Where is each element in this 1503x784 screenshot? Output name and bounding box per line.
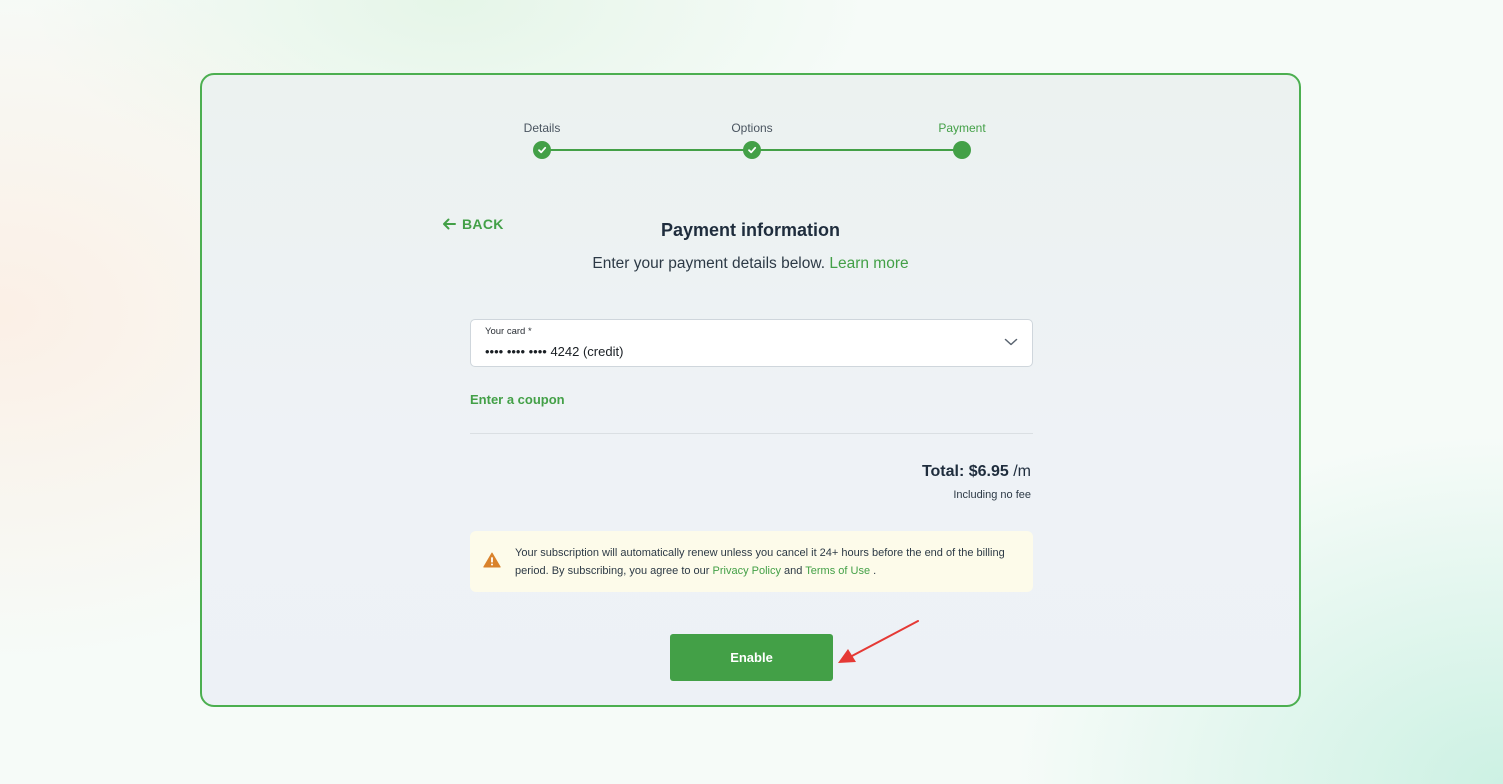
notice-and: and — [780, 565, 806, 577]
step-payment-current — [953, 141, 971, 159]
enable-button[interactable]: Enable — [670, 634, 833, 681]
card-select-value: •••• •••• •••• 4242 (credit) — [485, 344, 624, 359]
payment-card: BACK Details Options Payment Payment inf… — [200, 73, 1301, 707]
privacy-policy-link[interactable]: Privacy Policy — [713, 565, 781, 577]
enter-coupon-link[interactable]: Enter a coupon — [470, 392, 565, 407]
card-select-label: Your card * — [485, 326, 532, 337]
renewal-notice: Your subscription will automatically ren… — [470, 531, 1033, 592]
warning-icon — [483, 552, 501, 568]
step-options-complete — [743, 141, 761, 159]
check-icon — [748, 146, 757, 154]
step-label-options: Options — [731, 121, 773, 135]
page-subtitle: Enter your payment details below. Learn … — [202, 255, 1299, 273]
check-icon — [538, 146, 547, 154]
divider — [470, 433, 1033, 434]
step-label-details: Details — [523, 121, 561, 135]
billing-period: /m — [1008, 463, 1031, 480]
total-price: Total: $6.95 /m — [922, 463, 1031, 481]
fee-note: Including no fee — [953, 489, 1031, 501]
step-label-payment: Payment — [938, 121, 986, 135]
chevron-down-icon — [1004, 338, 1018, 346]
notice-text-after: . — [870, 565, 877, 577]
annotation-arrow-icon — [838, 620, 919, 663]
terms-of-use-link[interactable]: Terms of Use — [805, 565, 870, 577]
step-details-complete — [533, 141, 551, 159]
total-amount: Total: $6.95 — [921, 463, 1009, 480]
subtitle-text: Enter your payment details below. — [592, 255, 826, 272]
progress-stepper: Details Options Payment — [442, 119, 1002, 169]
page-title: Payment information — [660, 220, 841, 240]
card-select[interactable]: Your card * •••• •••• •••• 4242 (credit) — [470, 319, 1033, 367]
notice-text: Your subscription will automatically ren… — [515, 544, 1020, 580]
learn-more-link[interactable]: Learn more — [829, 255, 908, 272]
